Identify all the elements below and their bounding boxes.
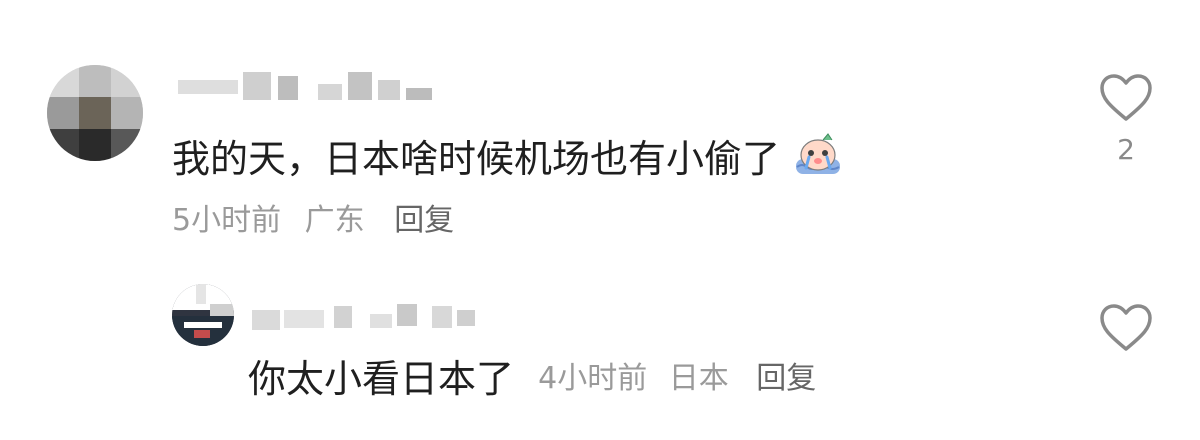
reply-text-line: 你太小看日本了 4小时前 日本 回复 — [248, 356, 816, 402]
comment-location: 广东 — [304, 203, 365, 238]
crying-face-emoji-icon — [794, 132, 842, 188]
like-count: 2 — [1117, 133, 1135, 166]
avatar[interactable] — [47, 65, 143, 161]
comment-location: 日本 — [668, 361, 729, 396]
like-button[interactable] — [1096, 303, 1156, 357]
comment-meta: 5小时前 广东 回复 — [172, 203, 454, 239]
like-button[interactable]: 2 — [1096, 73, 1156, 166]
username-redacted[interactable] — [252, 304, 482, 334]
avatar[interactable] — [172, 284, 234, 346]
comment-time: 5小时前 — [172, 203, 282, 238]
comment-text-body: 我的天，日本啥时候机场也有小偷了 — [172, 137, 781, 181]
comment-meta: 4小时前 日本 回复 — [526, 361, 816, 396]
comment-text: 我的天，日本啥时候机场也有小偷了 — [172, 132, 842, 188]
username-redacted[interactable] — [178, 72, 438, 102]
comment-time: 4小时前 — [538, 361, 648, 396]
heart-outline-icon — [1100, 304, 1152, 351]
reply-button[interactable]: 回复 — [394, 203, 454, 239]
comment-text-body: 你太小看日本了 — [248, 357, 515, 401]
heart-outline-icon — [1100, 74, 1152, 121]
reply-button[interactable]: 回复 — [756, 356, 816, 402]
comment-item: 我的天，日本啥时候机场也有小偷了 5小时前 广东 回复 2 — [0, 0, 1200, 260]
reply-comment-item: 你太小看日本了 4小时前 日本 回复 — [0, 260, 1200, 440]
